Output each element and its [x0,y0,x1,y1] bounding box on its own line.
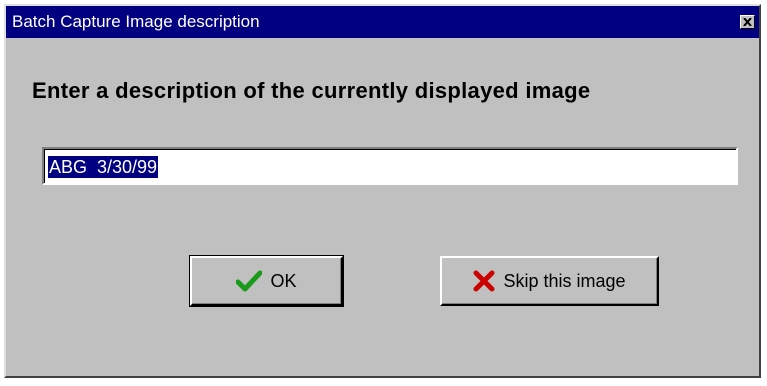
description-input[interactable]: ABG 3/30/99 [42,147,738,185]
skip-image-button[interactable]: Skip this image [440,256,659,306]
close-icon [743,18,752,26]
ok-button[interactable]: OK [189,255,344,307]
close-button[interactable] [740,15,755,29]
checkmark-icon [235,270,263,292]
skip-image-button-label: Skip this image [503,270,626,291]
prompt-heading: Enter a description of the currently dis… [32,78,591,103]
window-title: Batch Capture Image description [12,12,260,31]
description-input-value[interactable]: ABG 3/30/99 [48,156,159,178]
ok-button-label: OK [270,270,297,291]
x-mark-icon [473,270,495,292]
dialog-window: Batch Capture Image description Enter a … [4,4,761,378]
title-bar[interactable]: Batch Capture Image description [6,6,759,38]
